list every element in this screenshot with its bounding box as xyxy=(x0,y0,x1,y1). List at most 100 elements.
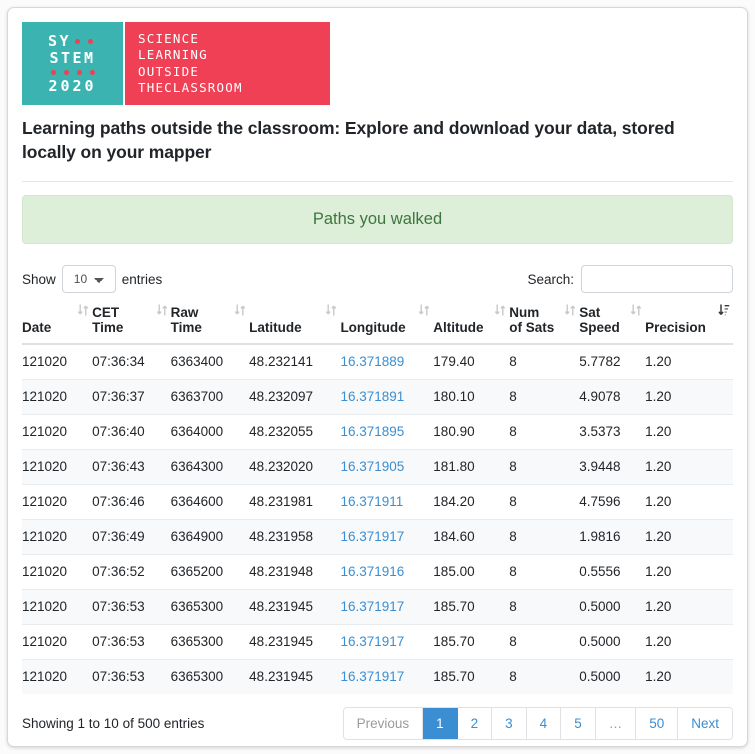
cell-sat-speed: 4.7596 xyxy=(579,484,646,520)
cell-sat-speed: 1.9816 xyxy=(579,519,646,555)
cell-sat-speed: 0.5556 xyxy=(579,554,646,590)
pagination-page-5[interactable]: 5 xyxy=(561,708,596,740)
logo-text-sy: SY xyxy=(47,31,72,50)
cell-cet-time: 07:36:52 xyxy=(92,554,171,590)
pagination-page-50[interactable]: 50 xyxy=(636,708,679,740)
cell-sat-speed: 0.5000 xyxy=(579,624,646,660)
cell-longitude[interactable]: 16.371891 xyxy=(340,379,434,415)
column-header-altitude[interactable]: Altitude xyxy=(433,303,510,346)
cell-longitude[interactable]: 16.371895 xyxy=(340,414,434,450)
cell-cet-time: 07:36:53 xyxy=(92,659,171,695)
sort-both-icon[interactable] xyxy=(77,303,89,317)
sort-descending-icon[interactable] xyxy=(718,303,730,317)
longitude-link[interactable]: 16.371916 xyxy=(340,564,404,579)
cell-longitude[interactable]: 16.371905 xyxy=(340,449,434,485)
cell-longitude[interactable]: 16.371916 xyxy=(340,554,434,590)
cell-longitude[interactable]: 16.371917 xyxy=(340,519,434,555)
cell-raw-time: 6364900 xyxy=(170,519,250,555)
table-row: 121020 07:36:43 6364300 48.232020 16.371… xyxy=(22,449,733,485)
cell-latitude: 48.232055 xyxy=(249,414,341,450)
cell-raw-time: 6365300 xyxy=(170,659,250,695)
longitude-link[interactable]: 16.371905 xyxy=(340,459,404,474)
logo-dot xyxy=(76,69,82,75)
cell-longitude[interactable]: 16.371911 xyxy=(340,484,434,520)
sort-both-icon[interactable] xyxy=(234,303,246,317)
column-header-precision[interactable]: Precision xyxy=(645,303,733,346)
cell-cet-time: 07:36:53 xyxy=(92,624,171,660)
logo-dot xyxy=(75,38,81,44)
logo-dot xyxy=(63,69,69,75)
column-header-raw-time[interactable]: Raw Time xyxy=(170,303,250,346)
longitude-link[interactable]: 16.371889 xyxy=(340,354,404,369)
cell-cet-time: 07:36:43 xyxy=(92,449,171,485)
sort-both-icon[interactable] xyxy=(325,303,337,317)
cell-altitude: 184.60 xyxy=(433,519,510,555)
cell-cet-time: 07:36:40 xyxy=(92,414,171,450)
cell-latitude: 48.232141 xyxy=(249,354,313,370)
longitude-link[interactable]: 16.371895 xyxy=(340,424,404,439)
pagination-page-2[interactable]: 2 xyxy=(457,708,493,740)
search-input[interactable] xyxy=(581,265,733,294)
sort-both-icon[interactable] xyxy=(418,303,430,317)
paths-data-table: Date CET Time Raw Time Latitude Longitud… xyxy=(22,303,733,695)
search-control: Search: xyxy=(527,265,733,294)
cell-latitude: 48.231981 xyxy=(249,484,341,520)
page-length-select[interactable]: 10 25 50 100 xyxy=(61,265,116,294)
cell-precision: 1.20 xyxy=(645,379,733,415)
cell-num-of-sats: 8 xyxy=(509,659,580,695)
sort-both-icon[interactable] xyxy=(630,303,642,317)
cell-num-of-sats: 8 xyxy=(509,449,580,485)
column-header-date[interactable]: Date xyxy=(22,303,93,346)
logo-tagline-1: SCIENCE xyxy=(138,30,200,46)
column-label-altitude: Altitude xyxy=(433,320,484,336)
table-header-row: Date CET Time Raw Time Latitude Longitud… xyxy=(22,303,733,346)
cell-date: 121020 xyxy=(22,414,93,450)
cell-cet-time: 07:36:46 xyxy=(92,484,171,520)
column-label-latitude: Latitude xyxy=(249,320,302,336)
pagination-page-3[interactable]: 3 xyxy=(492,708,527,740)
cell-precision: 1.20 xyxy=(645,449,733,485)
column-header-longitude[interactable]: Longitude xyxy=(340,303,434,346)
pagination: Previous 1 2 3 4 5 … 50 Next xyxy=(342,707,733,741)
longitude-link[interactable]: 16.371891 xyxy=(340,389,404,404)
cell-longitude[interactable]: 16.371917 xyxy=(340,659,434,695)
pagination-page-1[interactable]: 1 xyxy=(423,708,458,740)
sort-both-icon[interactable] xyxy=(156,303,168,317)
cell-precision: 1.20 xyxy=(645,589,733,625)
cell-num-of-sats: 8 xyxy=(509,519,580,555)
cell-sat-speed: 5.7782 xyxy=(579,354,621,370)
pagination-page-4[interactable]: 4 xyxy=(526,708,562,740)
column-header-latitude[interactable]: Latitude xyxy=(249,303,341,346)
column-header-cet-time[interactable]: CET Time xyxy=(92,303,171,346)
cell-longitude[interactable]: 16.371917 xyxy=(340,624,434,660)
column-header-sat-speed[interactable]: Sat Speed xyxy=(579,303,646,346)
logo-row-sy: SY xyxy=(48,33,97,50)
logo-row-year: 2020 xyxy=(48,78,96,95)
column-label-precision: Precision xyxy=(645,320,706,336)
logo-dot xyxy=(88,38,94,44)
cell-sat-speed: 3.9448 xyxy=(579,449,646,485)
cell-date: 121020 xyxy=(22,589,93,625)
cell-longitude[interactable]: 16.371889 xyxy=(340,344,433,380)
sort-both-icon[interactable] xyxy=(564,303,576,317)
column-label-num-of-sats: Num of Sats xyxy=(509,305,555,336)
cell-latitude: 48.231945 xyxy=(249,624,341,660)
logo-text-year: 2020 xyxy=(48,76,97,95)
table-head: Date CET Time Raw Time Latitude Longitud… xyxy=(22,303,733,346)
pagination-next[interactable]: Next xyxy=(678,708,732,740)
longitude-link[interactable]: 16.371911 xyxy=(340,494,403,509)
logo-text-stem: STEM xyxy=(49,48,96,67)
cell-latitude: 48.231945 xyxy=(249,659,341,695)
pagination-previous[interactable]: Previous xyxy=(343,708,424,740)
column-header-num-of-sats[interactable]: Num of Sats xyxy=(509,303,580,346)
longitude-link[interactable]: 16.371917 xyxy=(340,634,404,649)
cell-altitude: 179.40 xyxy=(433,354,475,370)
sort-both-icon[interactable] xyxy=(494,303,506,317)
longitude-link[interactable]: 16.371917 xyxy=(340,599,404,614)
longitude-link[interactable]: 16.371917 xyxy=(340,529,404,544)
page-root: SY STEM 2020 SCIENCE LEARNING OUTSIDE TH… xyxy=(0,0,755,754)
table-row: 121020 07:36:53 6365300 48.231945 16.371… xyxy=(22,659,733,695)
longitude-link[interactable]: 16.371917 xyxy=(340,669,404,684)
cell-longitude[interactable]: 16.371917 xyxy=(340,589,434,625)
cell-date: 121020 xyxy=(22,659,93,695)
